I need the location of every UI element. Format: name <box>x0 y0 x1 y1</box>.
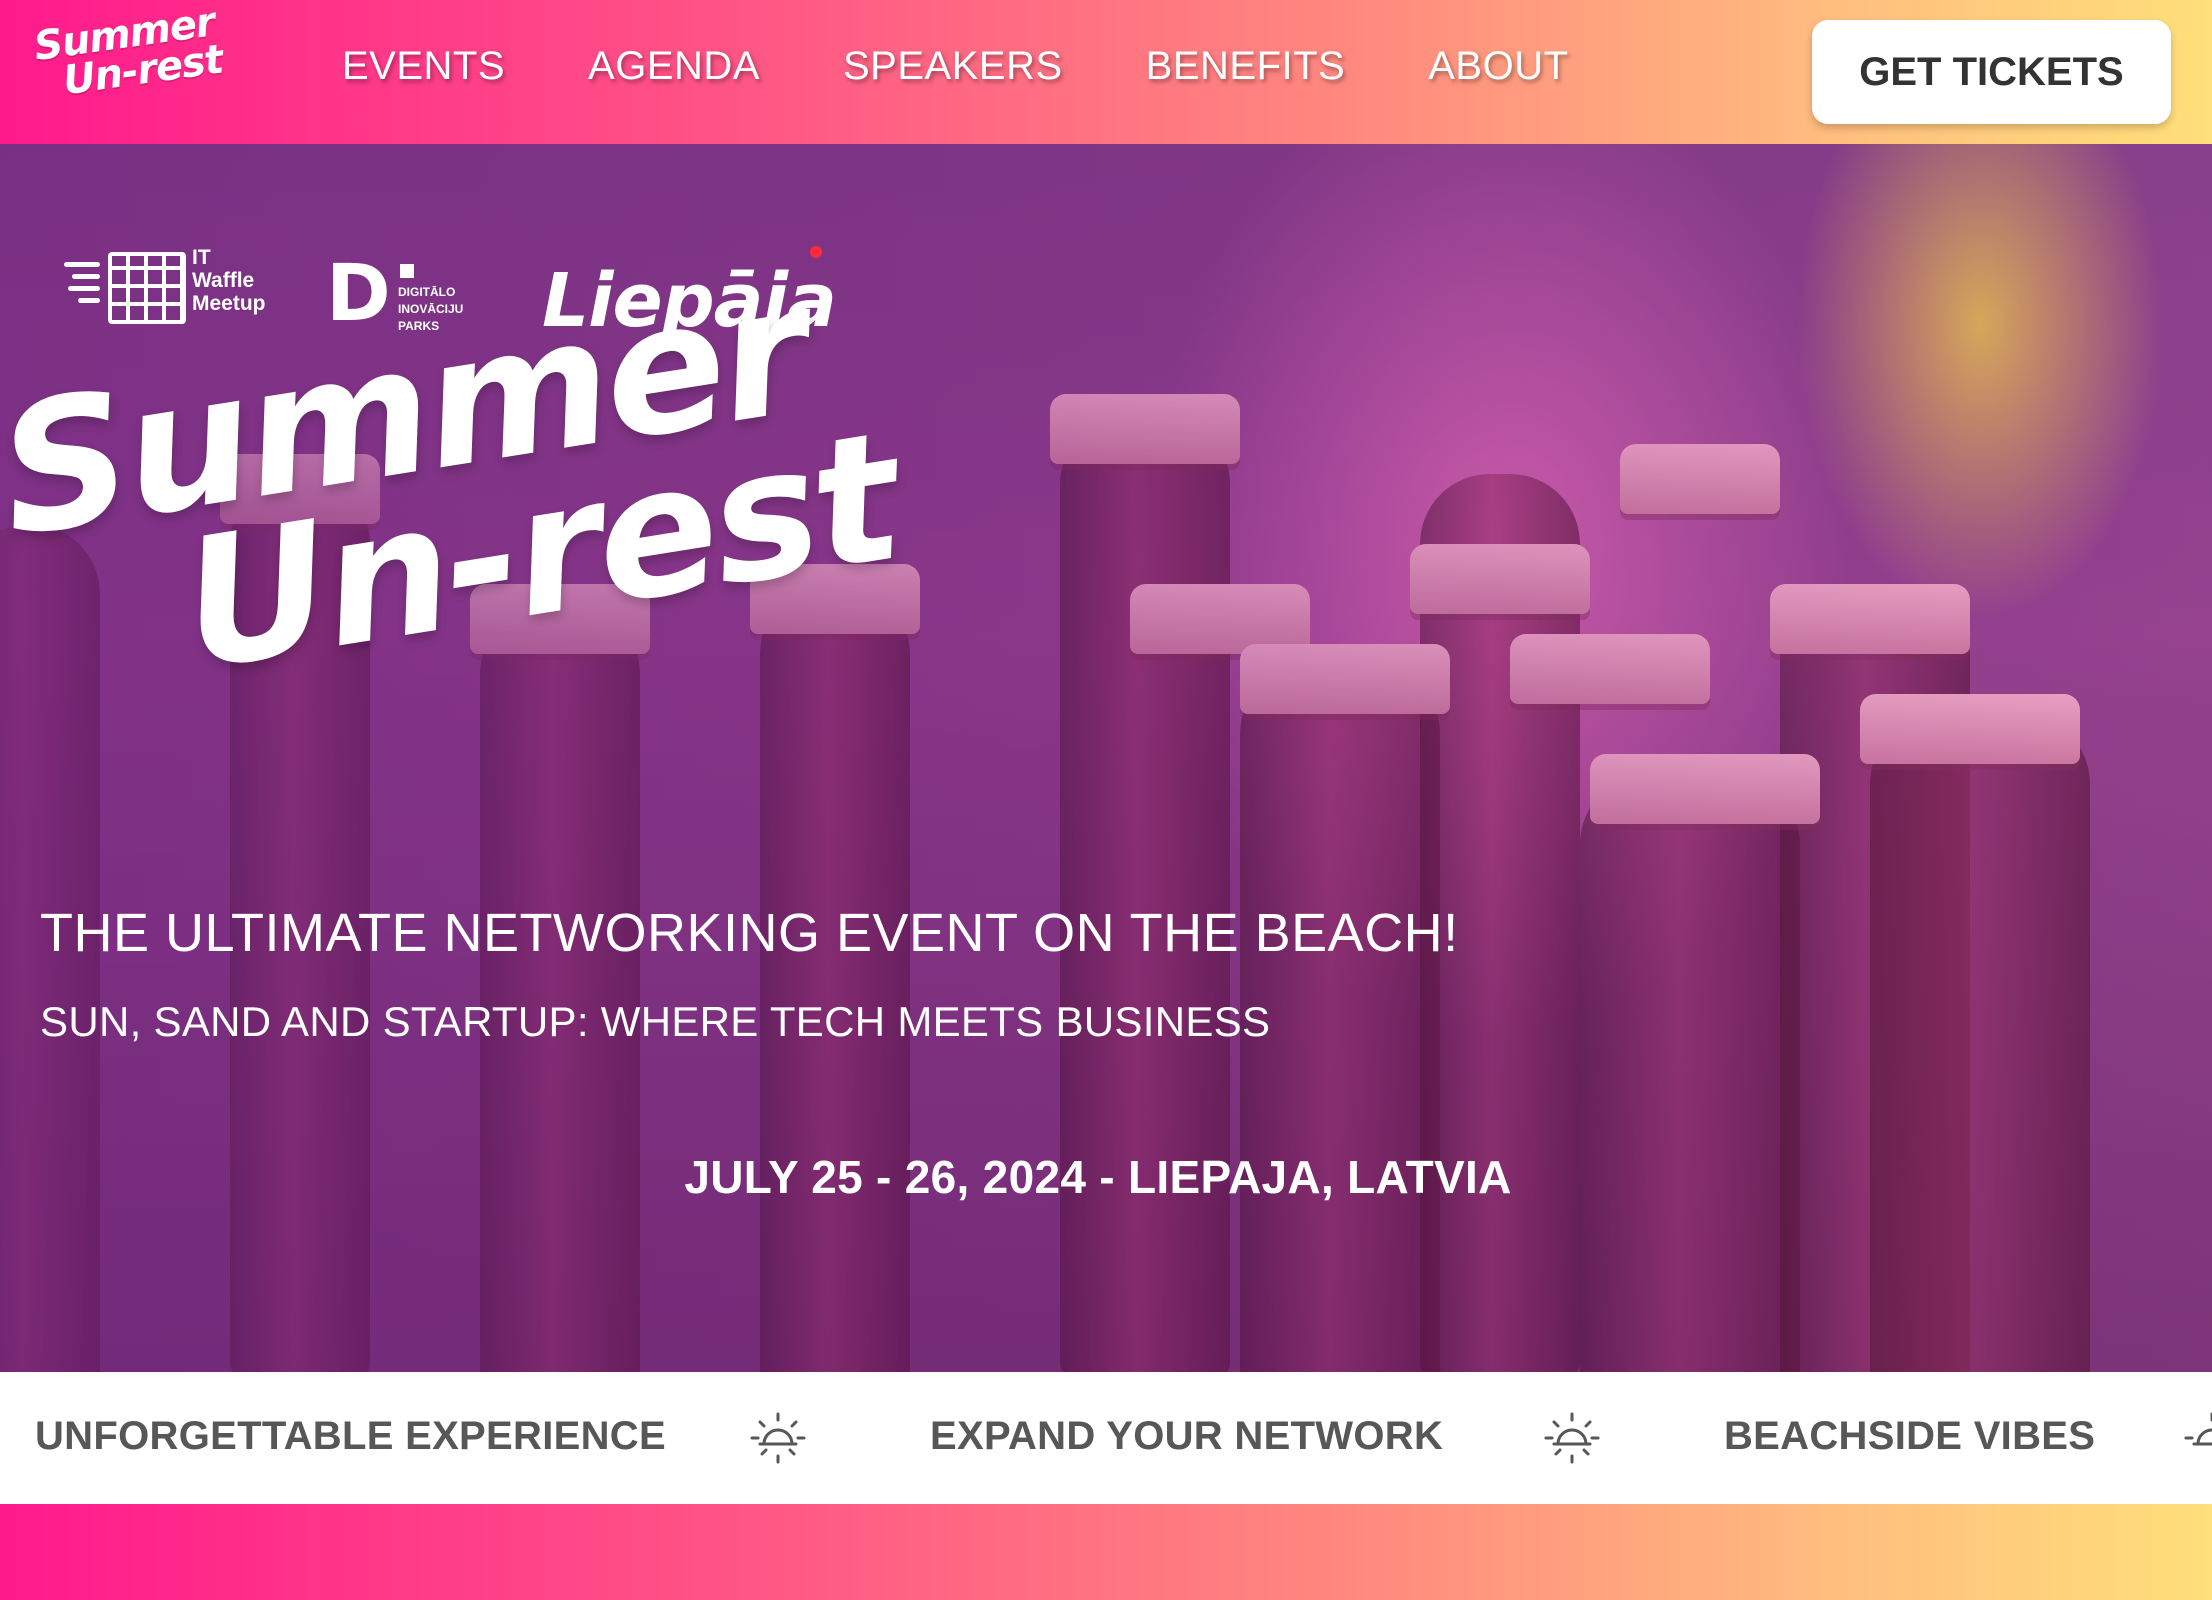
event-date-location: JULY 25 - 26, 2024 - LIEPAJA, LATVIA <box>0 1150 2212 1204</box>
nav-link-speakers[interactable]: SPEAKERS <box>843 44 1063 89</box>
liepaja-logo-dot <box>810 246 822 258</box>
sun-icon <box>1544 1412 1600 1464</box>
get-tickets-button[interactable]: GET TICKETS <box>1812 20 2171 124</box>
nav-link-agenda[interactable]: AGENDA <box>588 44 760 89</box>
nav-link-benefits[interactable]: BENEFITS <box>1146 44 1346 89</box>
waffle-logo-line3: Meetup <box>192 292 266 315</box>
waffle-logo-line1: IT <box>192 246 211 269</box>
event-date-text: JULY 25 - 26, 2024 - LIEPAJA, LATVIA <box>684 1151 1512 1203</box>
hero-subtagline: SUN, SAND AND STARTUP: WHERE TECH MEETS … <box>40 998 1271 1045</box>
bottom-gradient-strip <box>0 1504 2212 1600</box>
marquee-item: BEACHSIDE VIBES <box>1724 1414 2096 1458</box>
hero-tagline: THE ULTIMATE NETWORKING EVENT ON THE BEA… <box>40 903 1459 963</box>
highlights-marquee: UNFORGETTABLE EXPERIENCE EXPAND YOUR NET… <box>0 1372 2212 1504</box>
sun-icon <box>750 1412 806 1464</box>
nav-link-about[interactable]: ABOUT <box>1428 44 1568 89</box>
marquee-item: UNFORGETTABLE EXPERIENCE <box>35 1414 666 1458</box>
top-navbar: Summer Un-rest EVENTS AGENDA SPEAKERS BE… <box>0 0 2212 144</box>
nav-link-events[interactable]: EVENTS <box>342 44 505 89</box>
marquee-item: EXPAND YOUR NETWORK <box>930 1414 1444 1458</box>
waffle-logo-line2: Waffle <box>192 269 255 292</box>
main-nav: EVENTS AGENDA SPEAKERS BENEFITS ABOUT <box>342 44 1652 89</box>
hero-section: IT Waffle Meetup D DIGITĀLO INOVĀCIJU PA… <box>0 144 2212 1372</box>
brand-logo[interactable]: Summer Un-rest <box>31 0 243 118</box>
sun-icon <box>2184 1412 2212 1446</box>
